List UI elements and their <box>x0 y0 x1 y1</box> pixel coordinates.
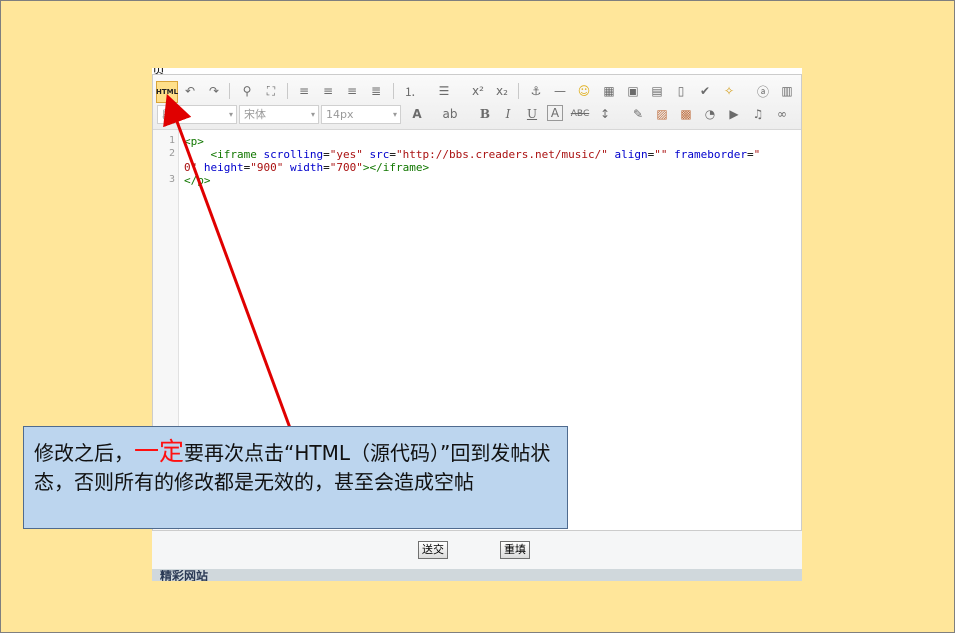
section-title: 精彩网站 <box>160 570 209 581</box>
font-select-value: 宋体 <box>244 108 266 121</box>
search-icon[interactable]: ⚲ <box>238 82 256 100</box>
size-select[interactable]: 14px ▾ <box>321 105 401 124</box>
align-left-icon[interactable]: ≡ <box>295 82 313 100</box>
bold-icon[interactable]: B <box>476 105 494 123</box>
video-icon[interactable]: ▶ <box>725 105 743 123</box>
flash-icon[interactable]: ◔ <box>701 105 719 123</box>
line-number: 2 <box>168 148 175 159</box>
link-icon[interactable]: ∞ <box>773 105 791 123</box>
code-line-3: </p> <box>184 174 211 187</box>
new-page-icon[interactable]: ▯ <box>672 82 690 100</box>
align-justify-icon[interactable]: ≣ <box>367 82 385 100</box>
strikethrough-icon[interactable]: ABC <box>571 105 589 123</box>
ordered-list-icon[interactable]: ⒈ <box>401 82 419 100</box>
font-color-icon[interactable]: A <box>408 105 426 123</box>
save-icon[interactable]: ▤ <box>648 82 666 100</box>
size-select-value: 14px <box>326 108 354 121</box>
line-number: 1 <box>168 135 175 146</box>
insert-image-icon[interactable]: ▨ <box>653 105 671 123</box>
subscript-icon[interactable]: x₂ <box>493 82 511 100</box>
code-line-2: <iframe scrolling="yes" src="http://bbs.… <box>210 148 761 161</box>
unordered-list-icon[interactable]: ☰ <box>435 82 453 100</box>
chevron-down-icon: ▾ <box>228 110 233 119</box>
italic-icon[interactable]: I <box>499 105 517 123</box>
paragraph-select[interactable]: 段落 ▾ <box>157 105 237 124</box>
html-source-button[interactable]: HTML <box>156 81 178 103</box>
line-height-icon[interactable]: ↕ <box>596 105 614 123</box>
paste-icon[interactable]: ▥ <box>778 82 796 100</box>
align-center-icon[interactable]: ≡ <box>319 82 337 100</box>
align-right-icon[interactable]: ≡ <box>343 82 361 100</box>
separator <box>393 83 394 99</box>
text-border-icon[interactable]: A <box>547 105 563 121</box>
separator <box>229 83 230 99</box>
editor-toolbar: HTML ↶ ↷ ⚲ ⛶ ≡ ≡ ≡ ≣ ⒈ ☰ x² x₂ ⚓ — ☺ ▦ ▣… <box>153 75 801 130</box>
find-replace-icon[interactable]: ⛶ <box>262 82 280 100</box>
text-icon[interactable]: ⓐ <box>754 82 772 100</box>
highlight-icon[interactable]: ab <box>441 105 459 123</box>
underline-icon[interactable]: U <box>523 105 541 123</box>
eraser-icon[interactable]: ✎ <box>629 105 647 123</box>
insert-gallery-icon[interactable]: ▩ <box>677 105 695 123</box>
code-line-1: <p> <box>184 135 204 148</box>
reset-button[interactable]: 重填 <box>500 541 530 559</box>
redo-icon[interactable]: ↷ <box>205 82 223 100</box>
emoticon-icon[interactable]: ☺ <box>575 82 593 100</box>
separator <box>287 83 288 99</box>
music-icon[interactable]: ♫ <box>749 105 767 123</box>
magic-wand-icon[interactable]: ✧ <box>720 82 738 100</box>
form-footer <box>152 531 802 569</box>
image-icon[interactable]: ▣ <box>624 82 642 100</box>
line-number: 3 <box>168 174 175 185</box>
undo-icon[interactable]: ↶ <box>181 82 199 100</box>
callout-text-part1: 修改之后， <box>34 441 134 465</box>
code-line-2-wrap: 0" height="900" width="700"></iframe> <box>184 161 430 174</box>
callout-emphasis: 一定 <box>134 437 185 466</box>
clear-format-icon[interactable]: ✔ <box>696 82 714 100</box>
font-select[interactable]: 宋体 ▾ <box>239 105 319 124</box>
horizontal-rule-icon[interactable]: — <box>551 82 569 100</box>
section-header-bar <box>152 569 802 581</box>
instruction-callout: 修改之后，一定要再次点击“HTML（源代码）”回到发帖状态，否则所有的修改都是无… <box>23 426 568 529</box>
anchor-icon[interactable]: ⚓ <box>527 82 545 100</box>
chevron-down-icon: ▾ <box>310 110 315 119</box>
superscript-icon[interactable]: x² <box>469 82 487 100</box>
paragraph-select-value: 段落 <box>162 108 184 121</box>
table-icon[interactable]: ▦ <box>600 82 618 100</box>
submit-button[interactable]: 送交 <box>418 541 448 559</box>
chevron-down-icon: ▾ <box>392 110 397 119</box>
separator <box>518 83 519 99</box>
